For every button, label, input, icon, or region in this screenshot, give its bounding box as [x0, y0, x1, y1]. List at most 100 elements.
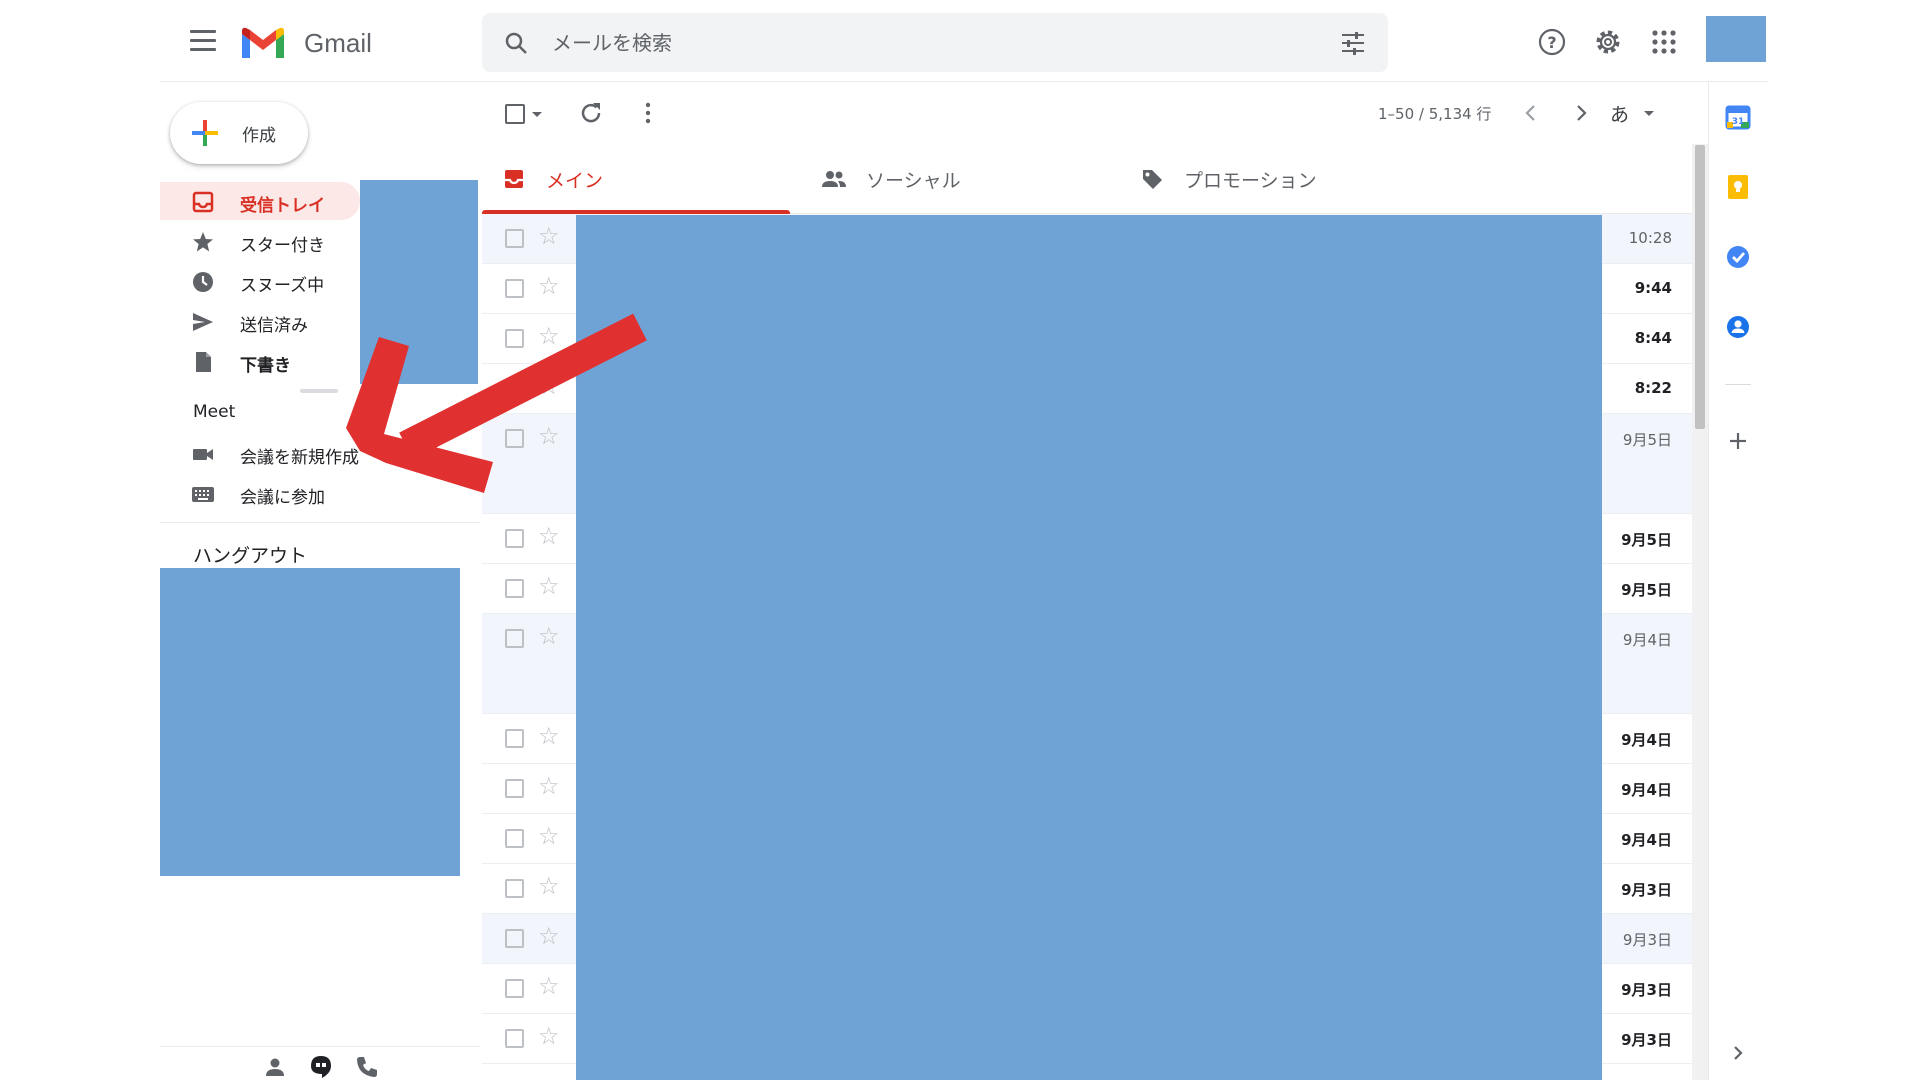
- sidebar-item-label: スヌーズ中: [240, 276, 325, 296]
- row-checkbox[interactable]: [505, 579, 524, 598]
- tasks-icon[interactable]: [1725, 244, 1751, 270]
- email-time: 9月4日: [1621, 781, 1672, 799]
- star-outline-icon[interactable]: ☆: [538, 224, 560, 248]
- refresh-icon[interactable]: [578, 100, 604, 126]
- star-outline-icon[interactable]: ☆: [538, 624, 560, 648]
- email-time: 10:28: [1628, 229, 1672, 247]
- meet-join-meeting[interactable]: 会議に参加: [160, 474, 360, 512]
- meet-new-meeting[interactable]: 会議を新規作成: [160, 434, 360, 472]
- tab-label: ソーシャル: [866, 170, 961, 192]
- sidebar-item-drafts[interactable]: 下書き: [160, 342, 360, 380]
- row-checkbox[interactable]: [505, 929, 524, 948]
- help-icon[interactable]: ?: [1538, 28, 1566, 56]
- row-checkbox[interactable]: [505, 529, 524, 548]
- email-time: 9月4日: [1621, 831, 1672, 849]
- email-time: 8:44: [1634, 329, 1672, 347]
- search-bar[interactable]: [482, 13, 1388, 72]
- gmail-logo-icon[interactable]: [240, 26, 286, 60]
- select-all-checkbox[interactable]: [505, 104, 525, 124]
- calendar-icon[interactable]: 31: [1725, 104, 1751, 130]
- star-outline-icon[interactable]: ☆: [538, 1024, 560, 1048]
- email-time: 9月3日: [1621, 881, 1672, 899]
- row-checkbox[interactable]: [505, 879, 524, 898]
- row-checkbox[interactable]: [505, 1029, 524, 1048]
- main-menu-button[interactable]: [190, 30, 216, 52]
- plus-icon: [192, 120, 218, 146]
- sidebar-item-label: スター付き: [240, 236, 325, 256]
- row-checkbox[interactable]: [505, 229, 524, 248]
- resize-handle[interactable]: [300, 389, 338, 393]
- row-checkbox[interactable]: [505, 429, 524, 448]
- inbox-icon: [505, 170, 523, 188]
- star-outline-icon[interactable]: ☆: [538, 374, 560, 398]
- star-outline-icon[interactable]: ☆: [538, 424, 560, 448]
- account-avatar[interactable]: [1706, 16, 1766, 62]
- meet-item-label: 会議に参加: [240, 488, 325, 508]
- redacted-email-content: [576, 215, 1602, 1080]
- compose-button[interactable]: 作成: [170, 102, 308, 164]
- tab-label: プロモーション: [1184, 170, 1317, 192]
- email-time: 9月3日: [1621, 981, 1672, 999]
- row-checkbox[interactable]: [505, 279, 524, 298]
- sidebar-item-snoozed[interactable]: スヌーズ中: [160, 262, 360, 300]
- tab-promotions[interactable]: プロモーション: [1120, 144, 1428, 214]
- hangouts-section-title[interactable]: ハングアウト: [193, 541, 307, 568]
- scrollbar-thumb[interactable]: [1695, 145, 1705, 429]
- contacts-icon[interactable]: [1725, 314, 1751, 340]
- star-outline-icon[interactable]: ☆: [538, 924, 560, 948]
- row-checkbox[interactable]: [505, 979, 524, 998]
- email-time: 9月5日: [1621, 531, 1672, 549]
- sidebar-item-label: 下書き: [240, 356, 291, 376]
- category-tabs: メイン ソーシャル プロモーション: [482, 144, 1692, 214]
- app-logo-text: Gmail: [304, 28, 372, 58]
- apps-grid-icon[interactable]: [1650, 28, 1678, 56]
- sidebar-item-sent[interactable]: 送信済み: [160, 302, 360, 340]
- row-checkbox[interactable]: [505, 629, 524, 648]
- draft-icon: [196, 352, 211, 372]
- side-panel: 31: [1708, 82, 1768, 1080]
- more-vert-icon[interactable]: [635, 100, 661, 126]
- phone-icon[interactable]: [355, 1055, 379, 1079]
- row-checkbox[interactable]: [505, 779, 524, 798]
- star-outline-icon[interactable]: ☆: [538, 874, 560, 898]
- row-checkbox[interactable]: [505, 329, 524, 348]
- star-outline-icon[interactable]: ☆: [538, 274, 560, 298]
- section-divider: [160, 522, 480, 523]
- star-outline-icon[interactable]: ☆: [538, 524, 560, 548]
- pagination-text: 1–50 / 5,134 行: [1378, 105, 1492, 123]
- chevron-left-icon[interactable]: [1518, 100, 1544, 126]
- chevron-right-icon[interactable]: [1568, 100, 1594, 126]
- search-options-icon[interactable]: [1340, 31, 1366, 55]
- chevron-down-icon[interactable]: [532, 112, 542, 117]
- settings-gear-icon[interactable]: [1594, 28, 1622, 56]
- email-time: 9月4日: [1621, 731, 1672, 749]
- chevron-down-icon[interactable]: [1644, 111, 1654, 116]
- keep-icon[interactable]: [1725, 174, 1751, 200]
- star-outline-icon[interactable]: ☆: [538, 824, 560, 848]
- meet-section-title: Meet: [193, 402, 236, 422]
- input-tools-button[interactable]: あ: [1610, 100, 1629, 127]
- expand-panel-chevron-icon[interactable]: [1725, 1040, 1751, 1066]
- redacted-area: [160, 568, 460, 876]
- star-outline-icon[interactable]: ☆: [538, 574, 560, 598]
- person-icon[interactable]: [263, 1055, 287, 1079]
- star-outline-icon[interactable]: ☆: [538, 974, 560, 998]
- tab-main[interactable]: メイン: [482, 144, 790, 214]
- sidebar-item-inbox[interactable]: 受信トレイ: [160, 182, 360, 220]
- svg-text:?: ?: [1547, 33, 1556, 52]
- star-outline-icon[interactable]: ☆: [538, 774, 560, 798]
- star-icon: [193, 232, 213, 252]
- tab-social[interactable]: ソーシャル: [802, 144, 1110, 214]
- redacted-area: [360, 180, 478, 384]
- row-checkbox[interactable]: [505, 729, 524, 748]
- row-checkbox[interactable]: [505, 379, 524, 398]
- hangouts-icon[interactable]: [309, 1055, 333, 1079]
- search-input[interactable]: [552, 27, 1252, 59]
- row-checkbox[interactable]: [505, 829, 524, 848]
- star-outline-icon[interactable]: ☆: [538, 724, 560, 748]
- sidebar-item-starred[interactable]: スター付き: [160, 222, 360, 260]
- search-icon[interactable]: [504, 31, 528, 55]
- add-addon-plus-icon[interactable]: [1725, 428, 1751, 454]
- compose-label: 作成: [242, 126, 276, 146]
- star-outline-icon[interactable]: ☆: [538, 324, 560, 348]
